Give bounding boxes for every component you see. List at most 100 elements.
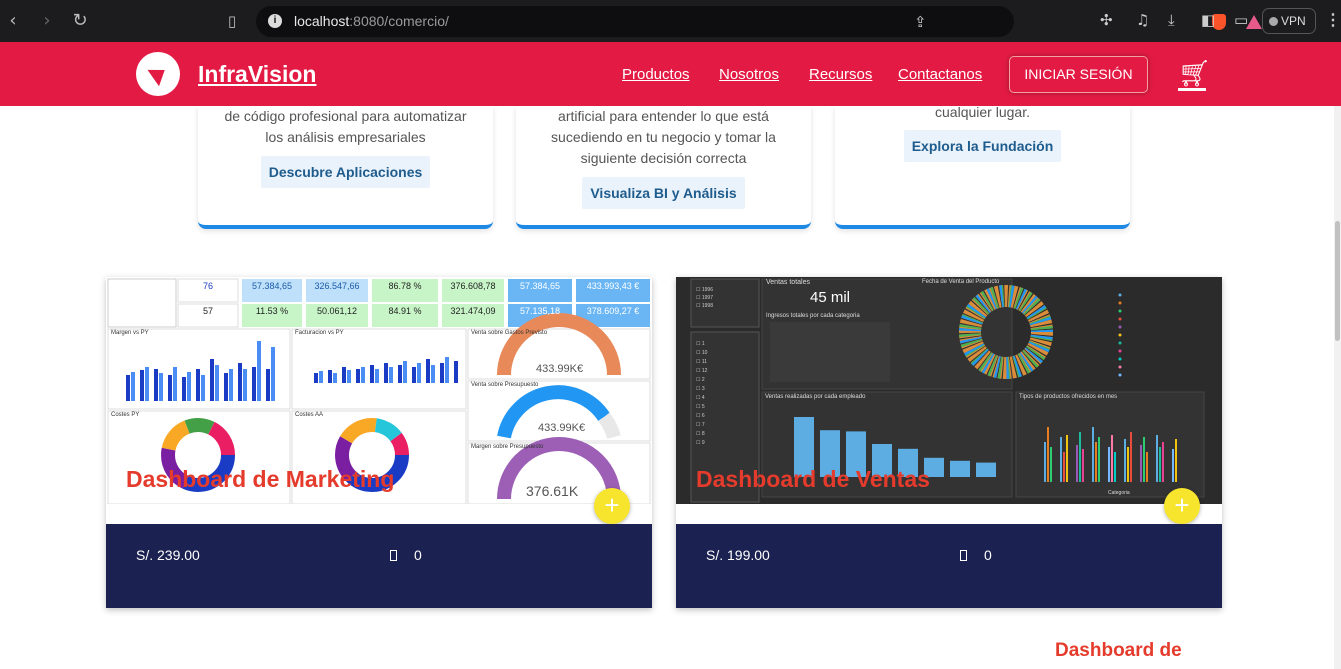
menu-icon[interactable]: ⋮ [1325, 10, 1341, 30]
product-count: 0 [984, 547, 992, 563]
kpi-value: 86.78 % [388, 281, 422, 291]
kpi-value: 57.384,65 [251, 281, 293, 291]
year-option[interactable]: ☐ 1996 [696, 286, 713, 294]
next-product-title[interactable]: Dashboard de [1055, 640, 1182, 662]
month-option[interactable]: ☐ 4 [696, 394, 707, 403]
month-option[interactable]: ☐ 3 [696, 385, 707, 394]
month-option[interactable]: ☐ 8 [696, 430, 707, 439]
downloads-icon[interactable]: ⤓ [1168, 11, 1175, 29]
site-header: InfraVision Productos Nosotros Recursos … [0, 42, 1341, 106]
chart-title: Tipos de productos ofrecidos en mes [1019, 394, 1118, 400]
text-line: sucediendo en tu negocio y tomar la [551, 129, 776, 145]
employee-bar [976, 462, 996, 477]
gauge-value: 433.99K€ [536, 363, 584, 375]
product-card-marketing[interactable]: 76 57.384,65 326.547,66 86.78 % 376.608,… [106, 277, 652, 608]
vpn-button[interactable]: VPN [1262, 8, 1316, 34]
login-button[interactable]: INICIAR SESIÓN [1009, 56, 1148, 93]
chart-title: Fecha de Venta del Producto [922, 279, 1000, 285]
year-option[interactable]: ☐ 1998 [696, 302, 713, 310]
panel-title: Costes AA [295, 412, 324, 418]
site-info-icon[interactable]: i [268, 14, 282, 28]
month-option[interactable]: ☐ 6 [696, 412, 707, 421]
kpi-value: 84.91 % [388, 306, 422, 316]
nav-nosotros[interactable]: Nosotros [719, 66, 779, 83]
kpi-value: 376.608,78 [450, 281, 496, 291]
panel-title: Venta sobre Presupuesto [471, 382, 539, 388]
month-option[interactable]: ☐ 2 [696, 376, 707, 385]
kpi-value: 57.135,18 [519, 306, 561, 316]
nav-contactanos[interactable]: Contactanos [898, 66, 982, 83]
product-count: 0 [414, 547, 422, 563]
browser-toolbar: ‹ › ↻ ▯ i localhost:8080/comercio/ ⇪ ✣ ♫… [0, 0, 1341, 42]
product-footer: S/. 239.00 0 [106, 524, 652, 608]
cart-icon[interactable]: 🛒︎ [1178, 60, 1211, 91]
share-icon[interactable]: ⇪ [914, 13, 927, 31]
url-text[interactable]: localhost:8080/comercio/ [294, 13, 449, 29]
product-price: S/. 239.00 [136, 547, 200, 563]
month-filter[interactable]: ☐ 1 ☐ 10 ☐ 11 ☐ 12 ☐ 2 ☐ 3 ☐ 4 ☐ 5 ☐ 6 ☐ 7 ☐ 8 ☐ 9 [696, 340, 707, 448]
explore-foundation-button[interactable]: Explora la Fundación [903, 130, 1062, 162]
year-option[interactable]: ☐ 1997 [696, 294, 713, 302]
text-line: de código profesional para automatizar [224, 108, 467, 124]
kpi-value: 378.609,27 € [586, 306, 640, 316]
card-gap [106, 504, 652, 524]
gauge-value: 376.61K [526, 483, 579, 499]
year-filter[interactable]: ☐ 1996 ☐ 1997 ☐ 1998 [696, 286, 713, 310]
panel-title: Margen sobre Presupuesto [471, 444, 544, 450]
kpi-value: 326.547,66 [314, 281, 360, 291]
page-scrollbar[interactable] [1334, 106, 1341, 669]
kpi-value: 57 [202, 306, 213, 316]
chart-title: Ventas realizadas por cada empleado [765, 394, 866, 400]
month-option[interactable]: ☐ 7 [696, 421, 707, 430]
info-card-apps: de código profesional para automatizar l… [198, 106, 493, 229]
add-to-cart-button[interactable]: + [594, 488, 630, 524]
month-option[interactable]: ☐ 9 [696, 439, 707, 448]
kpi-value: 433.993,43 € [586, 281, 640, 291]
text-line: siguiente decisión correcta [580, 150, 747, 166]
month-option[interactable]: ☐ 12 [696, 367, 707, 376]
month-option[interactable]: ☐ 5 [696, 403, 707, 412]
info-card-bi: artificial para entender lo que está suc… [516, 106, 811, 229]
add-to-cart-button[interactable]: + [1164, 488, 1200, 524]
nav-recursos[interactable]: Recursos [809, 66, 872, 83]
wallet-icon[interactable]: ▭ [1234, 11, 1248, 29]
panel-title: Venta sobre Gastos Previsto [471, 330, 548, 336]
panel-title: Margen vs PY [111, 330, 149, 336]
sidebar-icon[interactable]: ◧ [1201, 11, 1215, 29]
forward-icon[interactable]: › [35, 9, 59, 33]
brave-rewards-icon[interactable] [1246, 15, 1262, 29]
bookmark-icon[interactable]: ▯ [220, 9, 244, 33]
scrollbar-thumb[interactable] [1335, 221, 1340, 341]
product-card-ventas[interactable]: Ventas totales 45 mil Fecha de Venta del… [676, 277, 1222, 608]
extensions-icon[interactable]: ✣ [1100, 11, 1113, 29]
text-line: los análisis empresariales [265, 129, 426, 145]
discover-apps-button[interactable]: Descubre Aplicaciones [260, 156, 431, 188]
nav-productos[interactable]: Productos [622, 66, 690, 83]
media-icon[interactable]: ♫ [1136, 11, 1149, 29]
kpi-label: Ventas totales [766, 279, 810, 286]
info-card-foundation: cualquier lugar. Explora la Fundación [835, 104, 1130, 229]
visualize-bi-button[interactable]: Visualiza BI y Análisis [582, 177, 745, 209]
product-title[interactable]: Dashboard de Marketing [126, 466, 394, 493]
brand-name[interactable]: InfraVision [198, 61, 316, 88]
kpi-value: 76 [202, 281, 213, 291]
info-card-text: de código profesional para automatizar l… [198, 106, 493, 148]
address-bar[interactable]: i localhost:8080/comercio/ ⇪ [256, 6, 1262, 37]
kpi-value: 57.384,65 [519, 281, 561, 291]
card-gap [676, 504, 1222, 524]
employee-bar [950, 460, 970, 477]
month-option[interactable]: ☐ 1 [696, 340, 707, 349]
logo-icon[interactable] [136, 52, 180, 96]
table-title: Ingresos totales por cada categoria [766, 313, 860, 319]
axis-label: Categoria [1108, 490, 1130, 496]
back-icon[interactable]: ‹ [1, 9, 25, 33]
reload-icon[interactable]: ↻ [68, 9, 92, 33]
month-option[interactable]: ☐ 10 [696, 349, 707, 358]
info-card-text: artificial para entender lo que está suc… [516, 106, 811, 169]
kpi-value: 321.474,09 [450, 306, 496, 316]
kpi-value: 45 mil [810, 289, 851, 306]
product-title[interactable]: Dashboard de Ventas [696, 466, 930, 493]
month-option[interactable]: ☐ 11 [696, 358, 707, 367]
panel-title: Costes PY [111, 412, 140, 418]
vpn-status-icon [1269, 17, 1278, 26]
